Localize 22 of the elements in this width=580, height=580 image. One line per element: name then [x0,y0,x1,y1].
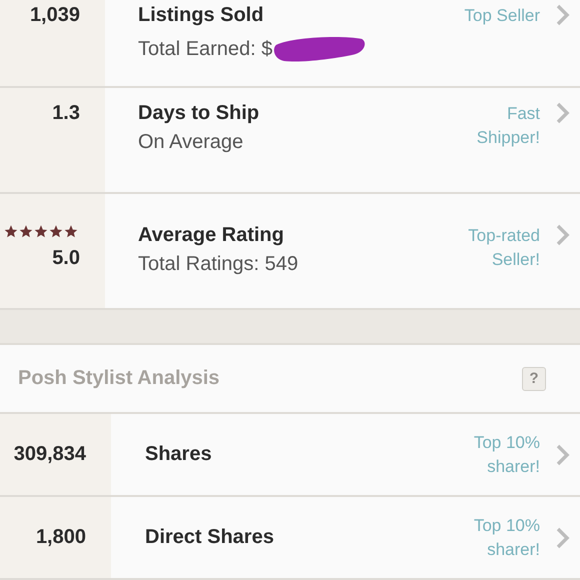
stat-value: 1,039 [30,4,80,27]
stat-value: 309,834 [14,443,86,466]
achievement-label[interactable]: Top 10% sharer! [474,514,540,562]
stat-subtitle: Total Ratings: 549 [138,253,298,276]
stat-title: Direct Shares [145,526,275,549]
stat-subtitle: Total Earned: $ [138,38,273,60]
stat-title: Days to Ship [138,102,260,125]
section-title: Posh Stylist Analysis [18,367,220,390]
stat-value: 1,800 [36,526,86,549]
help-button[interactable]: ? [522,366,546,390]
stat-value: 5.0 [52,247,80,270]
stat-value: 1.3 [52,102,80,125]
achievement-label[interactable]: Top 10% sharer! [474,430,540,478]
achievement-label[interactable]: Fast Shipper! [476,88,540,150]
chevron-right-icon[interactable] [556,444,570,466]
stat-subtitle: On Average [138,131,244,154]
stat-title: Average Rating [138,224,285,247]
stat-title: Listings Sold [138,4,265,27]
achievement-label[interactable]: Top Seller [464,0,540,28]
achievement-label[interactable]: Top-rated Seller! [468,194,540,272]
chevron-right-icon[interactable] [556,526,570,548]
stat-title: Shares [145,443,213,466]
